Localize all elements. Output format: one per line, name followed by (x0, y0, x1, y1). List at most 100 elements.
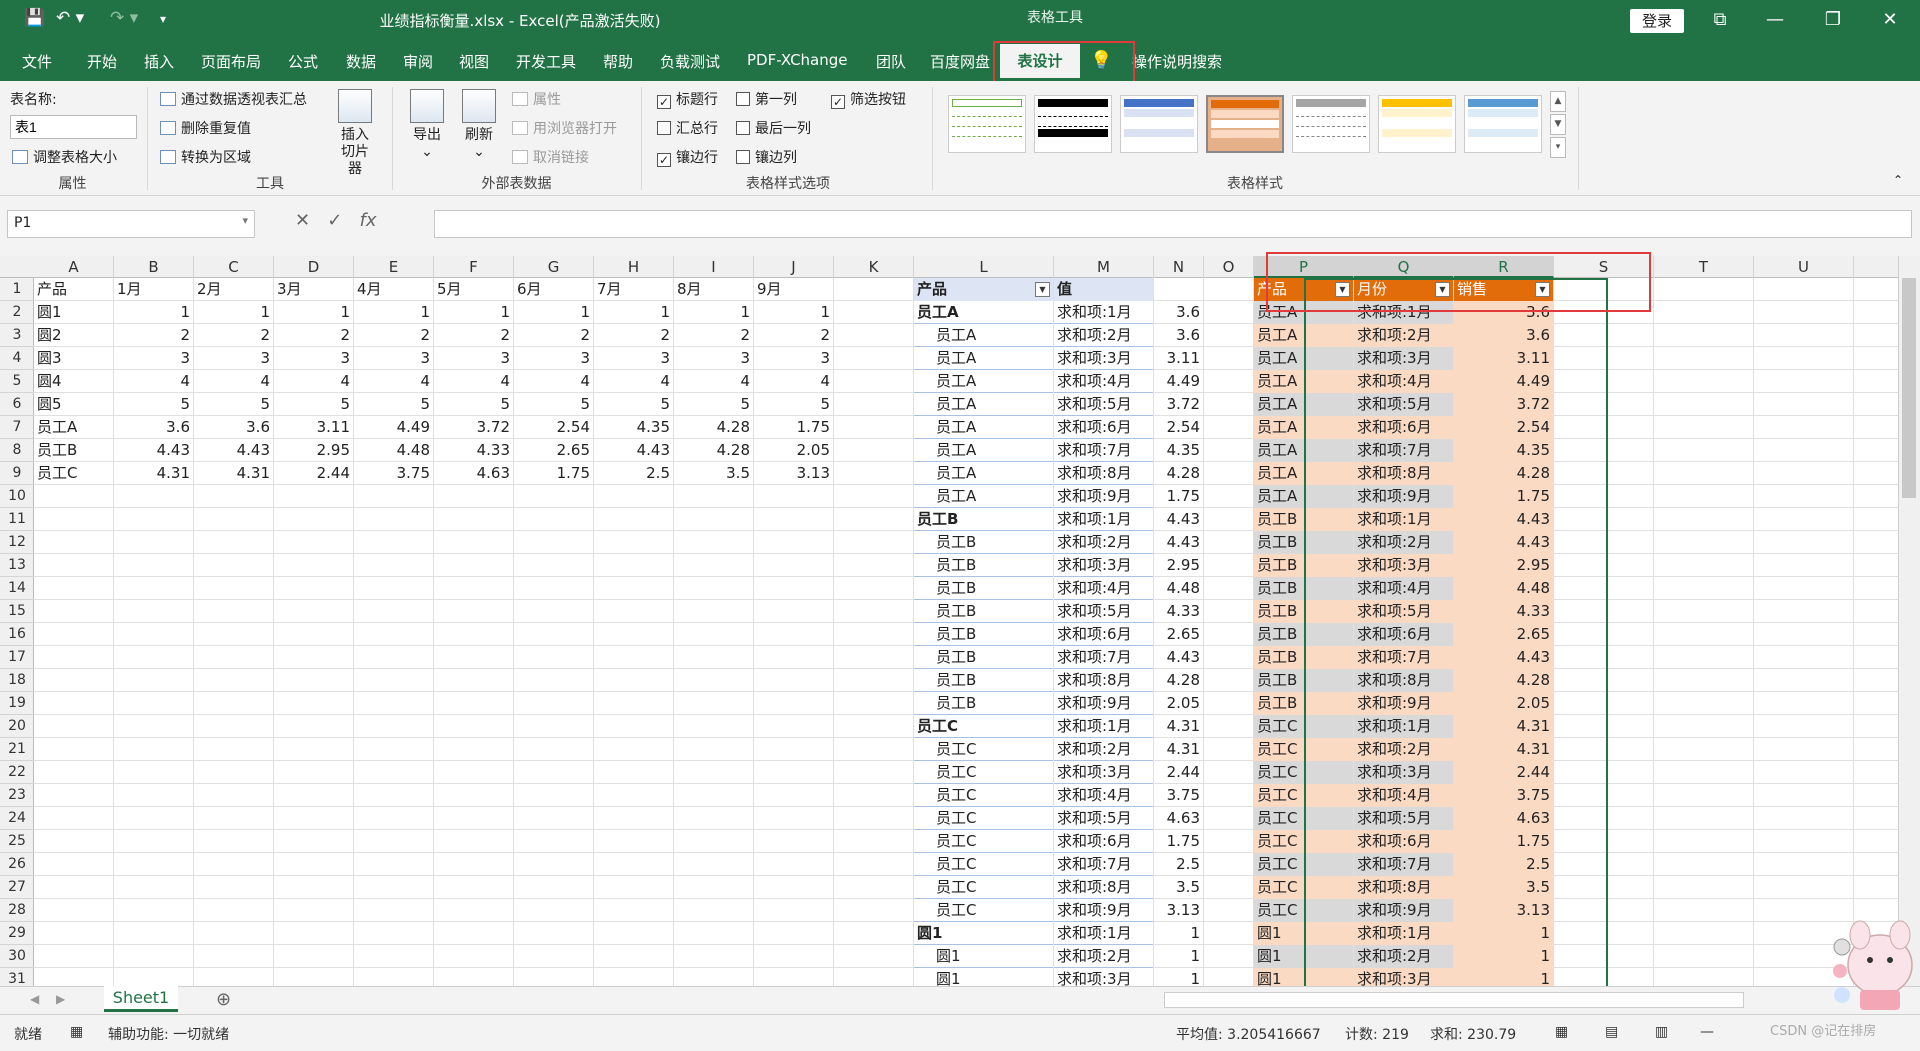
vertical-scrollbar[interactable] (1898, 256, 1920, 986)
table-cell[interactable]: 求和项:9月 (1354, 485, 1453, 508)
data-cell[interactable]: 2 (514, 324, 593, 347)
table-cell[interactable]: 4.43 (1454, 646, 1553, 669)
data-cell[interactable]: 4 (514, 370, 593, 393)
filter-button-checkbox[interactable]: ✓ 筛选按钮 (831, 89, 906, 109)
table-style-orange-selected[interactable] (1206, 95, 1284, 153)
table-cell[interactable]: 2.95 (1454, 554, 1553, 577)
pivot-row-label[interactable]: 员工C (914, 715, 1053, 738)
table-cell[interactable]: 3.5 (1454, 876, 1553, 899)
tab-developer[interactable]: 开发工具 (516, 51, 576, 72)
data-cell[interactable]: 1 (754, 301, 833, 324)
data-cell[interactable]: 4.28 (674, 416, 753, 439)
page-break-view-icon[interactable]: ▥ (1655, 1024, 1668, 1040)
data-cell[interactable]: 2.44 (274, 462, 353, 485)
data-cell[interactable]: 3 (194, 347, 273, 370)
data-cell[interactable]: 员工C (34, 462, 113, 485)
row-header[interactable]: 17 (0, 646, 34, 669)
pivot-value[interactable]: 2.05 (1154, 692, 1203, 715)
pivot-value[interactable]: 3.6 (1154, 301, 1203, 324)
pivot-row-label[interactable]: 员工A (914, 301, 1053, 324)
row-header[interactable]: 9 (0, 462, 34, 485)
column-header-k[interactable]: K (834, 256, 914, 278)
row-header[interactable]: 15 (0, 600, 34, 623)
summarize-pivot-button[interactable]: 通过数据透视表汇总 (160, 89, 307, 109)
pivot-value[interactable]: 4.49 (1154, 370, 1203, 393)
column-header-d[interactable]: D (274, 256, 354, 278)
row-header[interactable]: 1 (0, 278, 34, 301)
table-cell[interactable]: 求和项:8月 (1354, 462, 1453, 485)
tab-load-test[interactable]: 负载测试 (660, 51, 720, 72)
pivot-value[interactable]: 1 (1154, 968, 1203, 986)
pivot-value[interactable]: 3.72 (1154, 393, 1203, 416)
table-cell[interactable]: 员工C (1254, 853, 1353, 876)
pivot-value[interactable]: 2.65 (1154, 623, 1203, 646)
pivot-row-label[interactable]: 员工C (914, 853, 1053, 876)
horizontal-scrollbar[interactable] (1164, 992, 1744, 1008)
pivot-row-label[interactable]: 员工A (914, 462, 1053, 485)
table-cell[interactable]: 求和项:1月 (1354, 922, 1453, 945)
pivot-value[interactable]: 3.5 (1154, 876, 1203, 899)
pivot-value-label[interactable]: 求和项:4月 (1054, 784, 1153, 807)
table-cell[interactable]: 4.35 (1454, 439, 1553, 462)
table-cell[interactable]: 员工C (1254, 761, 1353, 784)
ribbon-display-icon[interactable]: ⧉ (1700, 5, 1740, 35)
data-header-cell[interactable]: 3月 (274, 278, 353, 301)
table-cell[interactable]: 求和项:4月 (1354, 577, 1453, 600)
pivot-value-label[interactable]: 求和项:4月 (1054, 370, 1153, 393)
data-cell[interactable]: 4.35 (594, 416, 673, 439)
table-name-input[interactable] (10, 115, 137, 139)
normal-view-icon[interactable]: ▦ (1555, 1024, 1568, 1040)
data-cell[interactable]: 2.54 (514, 416, 593, 439)
remove-duplicates-button[interactable]: 删除重复值 (160, 118, 251, 138)
table-cell[interactable]: 员工C (1254, 738, 1353, 761)
pivot-value[interactable]: 2.95 (1154, 554, 1203, 577)
data-header-cell[interactable]: 1月 (114, 278, 193, 301)
data-header-cell[interactable]: 7月 (594, 278, 673, 301)
table-style-gold[interactable] (1378, 95, 1456, 153)
data-cell[interactable]: 2 (434, 324, 513, 347)
data-cell[interactable]: 圆1 (34, 301, 113, 324)
pivot-row-label[interactable]: 员工A (914, 370, 1053, 393)
row-header[interactable]: 18 (0, 669, 34, 692)
row-header[interactable]: 29 (0, 922, 34, 945)
data-header-cell[interactable]: 9月 (754, 278, 833, 301)
table-cell[interactable]: 员工A (1254, 485, 1353, 508)
refresh-button[interactable]: 刷新 ⌄ (456, 89, 502, 161)
data-cell[interactable]: 圆3 (34, 347, 113, 370)
table-cell[interactable]: 3.75 (1454, 784, 1553, 807)
table-cell[interactable]: 员工B (1254, 600, 1353, 623)
pivot-value[interactable]: 2.44 (1154, 761, 1203, 784)
data-cell[interactable]: 3 (754, 347, 833, 370)
data-cell[interactable]: 2 (354, 324, 433, 347)
row-header[interactable]: 6 (0, 393, 34, 416)
pivot-row-label[interactable]: 员工A (914, 393, 1053, 416)
data-cell[interactable]: 1 (514, 301, 593, 324)
data-cell[interactable]: 4 (434, 370, 513, 393)
pivot-value-label[interactable]: 求和项:3月 (1054, 347, 1153, 370)
table-cell[interactable]: 员工A (1254, 347, 1353, 370)
zoom-slider[interactable]: — (1700, 1024, 1714, 1040)
table-cell[interactable]: 4.43 (1454, 531, 1553, 554)
pivot-header-product[interactable]: 产品 (914, 278, 1053, 301)
table-cell[interactable]: 员工B (1254, 623, 1353, 646)
table-cell[interactable]: 求和项:3月 (1354, 347, 1453, 370)
unlink-button[interactable]: 取消链接 (512, 147, 589, 167)
pivot-value[interactable]: 4.33 (1154, 600, 1203, 623)
data-cell[interactable]: 3 (434, 347, 513, 370)
table-style-lightblue[interactable] (1464, 95, 1542, 153)
column-header-m[interactable]: M (1054, 256, 1154, 278)
table-cell[interactable]: 员工A (1254, 462, 1353, 485)
table-cell[interactable]: 员工B (1254, 531, 1353, 554)
pivot-value-label[interactable]: 求和项:1月 (1054, 508, 1153, 531)
table-cell[interactable]: 员工A (1254, 301, 1353, 324)
data-cell[interactable]: 4 (354, 370, 433, 393)
tell-me-search[interactable]: 操作说明搜索 (1132, 51, 1222, 72)
pivot-value-label[interactable]: 求和项:2月 (1054, 738, 1153, 761)
table-cell[interactable]: 4.28 (1454, 669, 1553, 692)
gallery-down-icon[interactable]: ▼ (1550, 114, 1566, 135)
tab-table-design[interactable]: 表设计 (1000, 44, 1080, 81)
scroll-thumb[interactable] (1902, 278, 1916, 498)
table-cell[interactable]: 员工A (1254, 370, 1353, 393)
row-header[interactable]: 2 (0, 301, 34, 324)
table-cell[interactable]: 3.13 (1454, 899, 1553, 922)
